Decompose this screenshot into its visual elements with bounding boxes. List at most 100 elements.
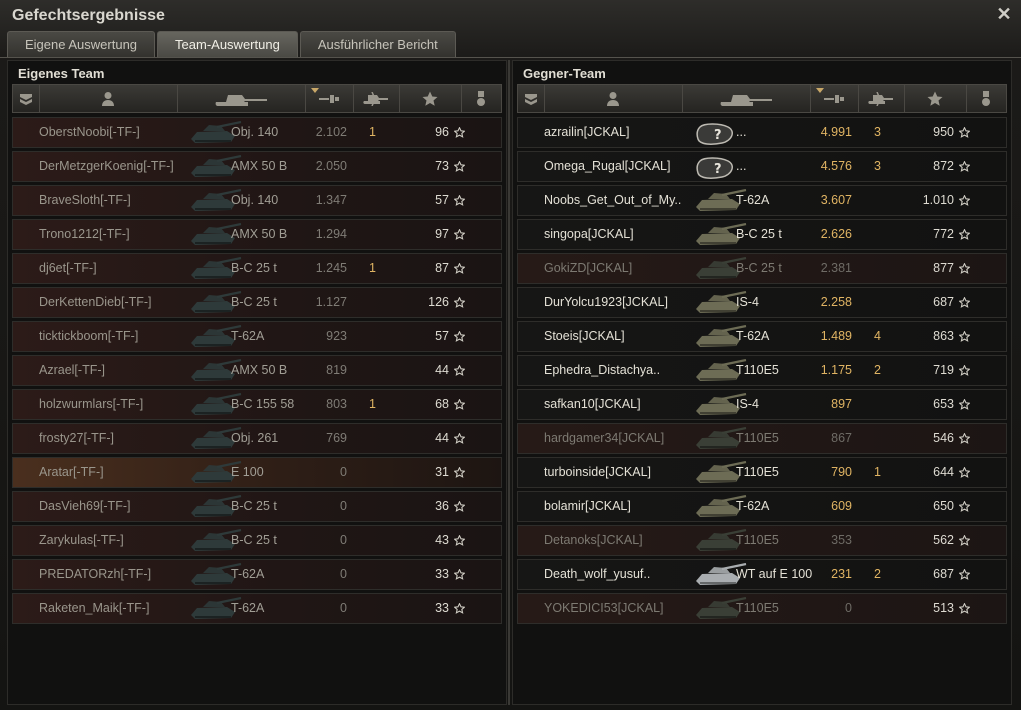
xp-value: 33	[435, 601, 449, 615]
vehicle-name: T110E5	[736, 533, 779, 547]
table-row[interactable]: GokiZD[JCKAL] B-C 25 t 2.381 877	[517, 253, 1007, 284]
vehicle-name: E 100	[231, 465, 264, 479]
damage-value: 0	[340, 533, 347, 547]
table-row[interactable]: OberstNoobi[-TF-] Obj. 140 2.102 1 96	[12, 117, 502, 148]
column-medal-icon[interactable]	[966, 85, 1007, 112]
player-name: frosty27[-TF-]	[39, 431, 115, 445]
xp-star-icon	[958, 330, 971, 342]
table-row[interactable]: DerMetzgerKoenig[-TF-] AMX 50 B 2.050 73	[12, 151, 502, 182]
xp-star-icon	[453, 500, 466, 512]
table-row[interactable]: Ephedra_Distachya.. T110E5 1.175 2 719	[517, 355, 1007, 386]
column-xp-star-icon[interactable]	[904, 85, 967, 112]
vehicle-name: T-62A	[231, 329, 265, 343]
table-row[interactable]: DerKettenDieb[-TF-] B-C 25 t 1.127 126	[12, 287, 502, 318]
column-medal-icon[interactable]	[461, 85, 502, 112]
player-name: YOKEDICI53[JCKAL]	[544, 601, 664, 615]
kills-value: 1	[369, 261, 376, 275]
tab-team-evaluation[interactable]: Team-Auswertung	[157, 31, 298, 57]
table-row[interactable]: Trono1212[-TF-] AMX 50 B 1.294 97	[12, 219, 502, 250]
table-row[interactable]: hardgamer34[JCKAL] T110E5 867 546	[517, 423, 1007, 454]
xp-star-icon	[958, 568, 971, 580]
table-row[interactable]: PREDATORzh[-TF-] T-62A 0 33	[12, 559, 502, 590]
tab-own-evaluation[interactable]: Eigene Auswertung	[7, 31, 156, 57]
xp-value: 96	[435, 125, 449, 139]
column-player-icon[interactable]	[39, 85, 178, 112]
table-row[interactable]: Aratar[-TF-] E 100 0 31	[12, 457, 502, 488]
player-name: safkan10[JCKAL]	[544, 397, 641, 411]
xp-star-icon	[453, 398, 466, 410]
rank-icon	[20, 93, 32, 105]
vehicle-name: B-C 25 t	[736, 261, 782, 275]
xp-star-icon	[958, 466, 971, 478]
player-name: DasVieh69[-TF-]	[39, 499, 131, 513]
player-name: Omega_Rugal[JCKAL]	[544, 159, 671, 173]
table-row[interactable]: azrailin[JCKAL]?... 4.991 3 950	[517, 117, 1007, 148]
table-row[interactable]: BraveSloth[-TF-] Obj. 140 1.347 57	[12, 185, 502, 216]
player-name: ticktickboom[-TF-]	[39, 329, 139, 343]
xp-star-icon	[453, 568, 466, 580]
player-name: holzwurmlars[-TF-]	[39, 397, 144, 411]
column-kills-icon[interactable]	[353, 85, 400, 112]
table-row[interactable]: Stoeis[JCKAL] T-62A 1.489 4 863	[517, 321, 1007, 352]
xp-star-icon	[958, 194, 971, 206]
table-row[interactable]: Death_wolf_yusuf.. WT auf E 100 231 2 687	[517, 559, 1007, 590]
player-name: DerKettenDieb[-TF-]	[39, 295, 152, 309]
column-damage-icon[interactable]	[305, 85, 354, 112]
vehicle-name: T-62A	[736, 329, 770, 343]
table-row[interactable]: ticktickboom[-TF-] T-62A 923 57	[12, 321, 502, 352]
table-row[interactable]: safkan10[JCKAL] IS-4 897 653	[517, 389, 1007, 420]
close-icon[interactable]: ✕	[995, 5, 1013, 23]
title-bar: Gefechtsergebnisse ✕	[0, 0, 1021, 32]
svg-text:?: ?	[714, 162, 722, 177]
table-row[interactable]: turboinside[JCKAL] T110E5 790 1 644	[517, 457, 1007, 488]
enemy-team-panel: Gegner-Team azrailin[JCKAL]?... 4.991 3 950…	[512, 60, 1012, 705]
table-row[interactable]: Zarykulas[-TF-] B-C 25 t 0 43	[12, 525, 502, 556]
table-row[interactable]: bolamir[JCKAL] T-62A 609 650	[517, 491, 1007, 522]
vehicle-name: B-C 25 t	[231, 499, 277, 513]
column-damage-icon[interactable]	[810, 85, 859, 112]
vehicle-name: AMX 50 B	[231, 363, 288, 377]
table-row[interactable]: DasVieh69[-TF-] B-C 25 t 0 36	[12, 491, 502, 522]
column-vehicle-icon[interactable]	[682, 85, 811, 112]
table-row[interactable]: frosty27[-TF-] Obj. 261 769 44	[12, 423, 502, 454]
damage-value: 4.576	[820, 159, 852, 173]
xp-star-icon	[958, 262, 971, 274]
vehicle-icon	[215, 94, 267, 106]
table-row[interactable]: singopa[JCKAL] B-C 25 t 2.626 772	[517, 219, 1007, 250]
xp-value: 872	[933, 159, 954, 173]
player-name: Azrael[-TF-]	[39, 363, 105, 377]
tab-detailed-report[interactable]: Ausführlicher Bericht	[299, 31, 456, 57]
table-row[interactable]: dj6et[-TF-] B-C 25 t 1.245 1 87	[12, 253, 502, 284]
xp-value: 644	[933, 465, 954, 479]
player-name: Zarykulas[-TF-]	[39, 533, 124, 547]
column-player-icon[interactable]	[544, 85, 683, 112]
table-row[interactable]: Noobs_Get_Out_of_My.. T-62A 3.607 1.010	[517, 185, 1007, 216]
damage-value: 790	[831, 465, 852, 479]
xp-star-icon	[958, 126, 971, 138]
damage-value: 2.050	[315, 159, 347, 173]
damage-value: 0	[340, 601, 347, 615]
table-row[interactable]: DurYolcu1923[JCKAL] IS-4 2.258 687	[517, 287, 1007, 318]
table-row[interactable]: YOKEDICI53[JCKAL] T110E5 0 513	[517, 593, 1007, 624]
column-rank-icon[interactable]	[13, 85, 40, 112]
vehicle-name: IS-4	[736, 295, 759, 309]
column-kills-icon[interactable]	[858, 85, 905, 112]
vehicle-name: T110E5	[736, 363, 779, 377]
table-row[interactable]: Detanoks[JCKAL] T110E5 353 562	[517, 525, 1007, 556]
table-row[interactable]: holzwurmlars[-TF-] B-C 155 58 803 1 68	[12, 389, 502, 420]
panel-divider	[508, 60, 510, 705]
damage-value: 353	[831, 533, 852, 547]
table-row[interactable]: Azrael[-TF-] AMX 50 B 819 44	[12, 355, 502, 386]
column-vehicle-icon[interactable]	[177, 85, 306, 112]
table-row[interactable]: Raketen_Maik[-TF-] T-62A 0 33	[12, 593, 502, 624]
column-rank-icon[interactable]	[518, 85, 545, 112]
player-name: Noobs_Get_Out_of_My..	[544, 193, 682, 207]
vehicle-name: B-C 25 t	[736, 227, 782, 241]
column-xp-star-icon[interactable]	[399, 85, 462, 112]
xp-value: 687	[933, 295, 954, 309]
xp-star-icon	[453, 364, 466, 376]
kills-value: 1	[369, 125, 376, 139]
table-row[interactable]: Omega_Rugal[JCKAL]?... 4.576 3 872	[517, 151, 1007, 182]
damage-value: 1.175	[820, 363, 852, 377]
xp-value: 719	[933, 363, 954, 377]
